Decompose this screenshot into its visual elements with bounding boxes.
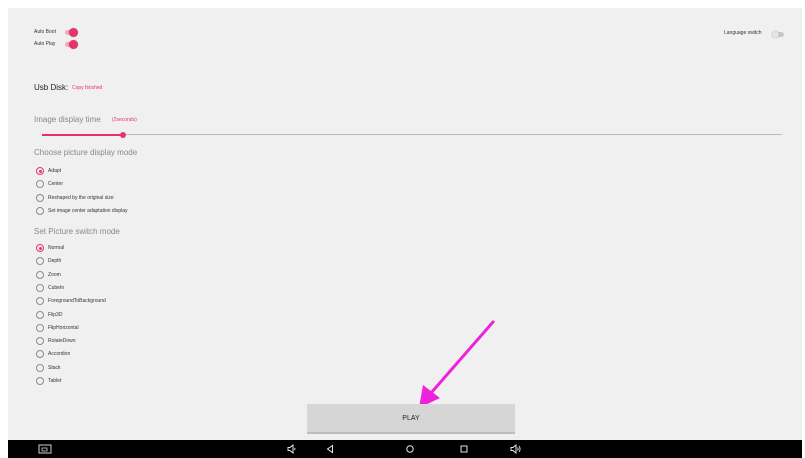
app-window: Auto Boot Auto Play Language switch Usb … [8,8,802,440]
volume-up-icon[interactable] [509,443,523,455]
navigation-bar [8,440,802,458]
annotation-arrow [419,320,495,408]
recents-icon[interactable] [458,443,470,455]
back-icon[interactable] [324,443,336,455]
screenshot-icon[interactable] [37,443,53,455]
home-icon[interactable] [404,443,416,455]
play-button[interactable]: PLAY [307,404,515,434]
volume-down-icon[interactable] [286,443,298,455]
